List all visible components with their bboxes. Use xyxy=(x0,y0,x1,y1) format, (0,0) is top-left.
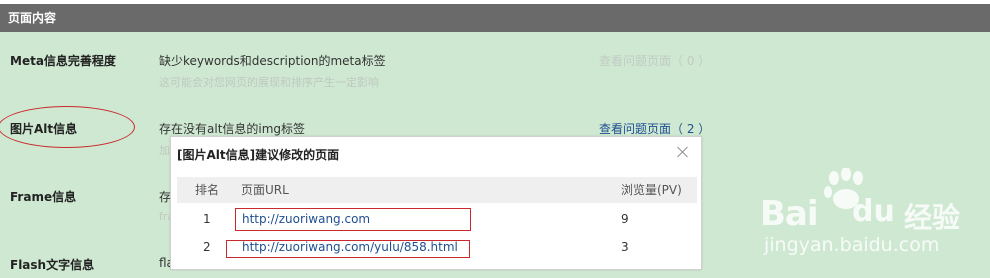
watermark-site: jingyan.baidu.com xyxy=(764,234,940,256)
row-desc-img-alt: 存在没有alt信息的img标签 xyxy=(159,122,306,136)
row-title-meta: Meta信息完善程度 xyxy=(10,54,116,68)
link-text: 查看问题页面 xyxy=(599,54,672,68)
column-header-url: 页面URL xyxy=(241,183,289,197)
rank-cell: 2 xyxy=(203,240,211,254)
row-title-img-alt: 图片Alt信息 xyxy=(10,122,78,136)
link-text: 查看问题页面 xyxy=(599,122,672,136)
baidu-jingyan-watermark: Bai du 经验 jingyan.baidu.com xyxy=(760,168,985,263)
row-title-frame: Frame信息 xyxy=(10,190,77,204)
count-close-paren: ） xyxy=(694,122,711,136)
close-icon[interactable] xyxy=(675,145,689,159)
view-problem-pages-link-meta[interactable]: 查看问题页面（ 0 ） xyxy=(599,52,710,69)
row-title-flash: Flash文字信息 xyxy=(10,258,95,272)
pv-cell: 9 xyxy=(621,212,629,226)
row-hint-img-alt: 加 xyxy=(159,144,170,157)
watermark-brand-left: Bai xyxy=(760,194,819,234)
count-open-paren: （ xyxy=(671,54,687,68)
dialog-title: [图片Alt信息]建议修改的页面 xyxy=(177,148,340,162)
row-desc-meta: 缺少keywords和description的meta标签 xyxy=(159,54,386,68)
pv-cell: 3 xyxy=(621,240,629,254)
annotation-box xyxy=(226,240,470,258)
count-open-paren: （ xyxy=(671,122,687,136)
rank-cell: 1 xyxy=(203,212,211,226)
view-problem-pages-link-img-alt[interactable]: 查看问题页面（ 2 ） xyxy=(599,120,710,137)
table-header: 排名 页面URL 浏览量(PV) xyxy=(177,177,697,203)
annotation-box xyxy=(235,208,471,231)
watermark-brand-right: du xyxy=(852,194,895,229)
row-hint-meta: 这可能会对您网页的展现和排序产生一定影响 xyxy=(159,76,379,89)
column-header-pv: 浏览量(PV) xyxy=(621,183,682,197)
column-header-rank: 排名 xyxy=(195,183,220,197)
count-close-paren: ） xyxy=(694,54,711,68)
section-header: 页面内容 xyxy=(0,4,990,32)
suggested-pages-dialog: [图片Alt信息]建议修改的页面 排名 页面URL 浏览量(PV) 1 http… xyxy=(170,136,702,270)
watermark-brand-cn: 经验 xyxy=(904,201,961,234)
